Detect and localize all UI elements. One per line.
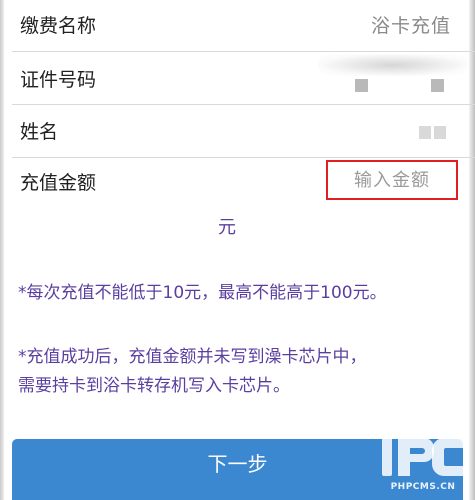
redacted-name-mark — [434, 126, 446, 139]
redacted-id-mark — [431, 79, 444, 92]
recharge-amount-label: 充值金额 — [20, 172, 97, 194]
success-note-line1: *充值成功后，充值金额并未写到澡卡芯片中， — [18, 347, 367, 367]
redacted-name-mark — [419, 126, 431, 139]
amount-input-highlight — [326, 160, 458, 200]
id-number-label: 证件号码 — [20, 69, 97, 91]
fee-name-value: 浴卡充值 — [370, 15, 451, 37]
amount-limit-note: *每次充值不能低于10元，最高不能高于100元。 — [18, 283, 387, 303]
ipc-logo-icon — [382, 438, 464, 476]
fee-name-row: 缴费名称 浴卡充值 — [0, 0, 475, 52]
id-number-row: 证件号码 — [0, 52, 475, 105]
name-label: 姓名 — [20, 121, 59, 143]
watermark-text: PHPCMS.CN — [390, 482, 456, 492]
recharge-form-page: 缴费名称 浴卡充值 证件号码 姓名 充值金额 元 *每次充值不能低于10元，最高… — [0, 0, 475, 500]
fee-name-label: 缴费名称 — [20, 15, 97, 37]
name-row: 姓名 — [0, 105, 475, 158]
redacted-id-mark — [355, 79, 368, 92]
success-note-line2: 需要持卡到浴卡转存机写入卡芯片。 — [18, 376, 290, 396]
amount-input[interactable] — [330, 164, 454, 196]
redacted-smear — [318, 54, 468, 76]
watermark-logo: PHPCMS.CN — [378, 432, 468, 498]
currency-unit: 元 — [218, 217, 236, 238]
